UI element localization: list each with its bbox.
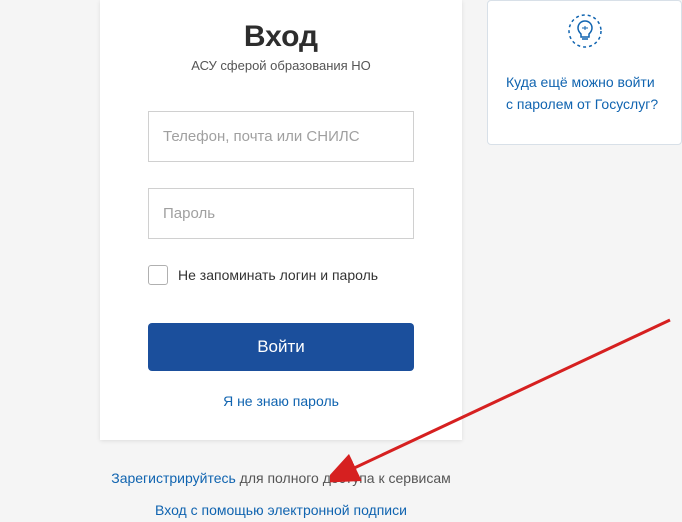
- esign-link[interactable]: Вход с помощью электронной подписи: [155, 502, 407, 518]
- remember-label: Не запоминать логин и пароль: [178, 267, 378, 283]
- register-row: Зарегистрируйтесь для полного доступа к …: [100, 470, 462, 486]
- register-link[interactable]: Зарегистрируйтесь: [111, 470, 236, 486]
- esign-row: Вход с помощью электронной подписи: [100, 502, 462, 520]
- remember-checkbox[interactable]: [148, 265, 168, 285]
- login-card: Вход АСУ сферой образования НО Не запоми…: [100, 0, 462, 440]
- login-input[interactable]: [148, 111, 414, 162]
- lightbulb-icon: [506, 9, 663, 53]
- login-button[interactable]: Войти: [148, 323, 414, 371]
- remember-checkbox-row: Не запоминать логин и пароль: [148, 265, 414, 285]
- register-text: для полного доступа к сервисам: [236, 470, 451, 486]
- gosuslugi-info-link[interactable]: Куда ещё можно войти с паролем от Госусл…: [506, 71, 663, 116]
- login-subtitle: АСУ сферой образования НО: [148, 58, 414, 73]
- password-input[interactable]: [148, 188, 414, 239]
- login-title: Вход: [148, 20, 414, 54]
- info-card: Куда ещё можно войти с паролем от Госусл…: [487, 0, 682, 145]
- forgot-password-link[interactable]: Я не знаю пароль: [148, 393, 414, 409]
